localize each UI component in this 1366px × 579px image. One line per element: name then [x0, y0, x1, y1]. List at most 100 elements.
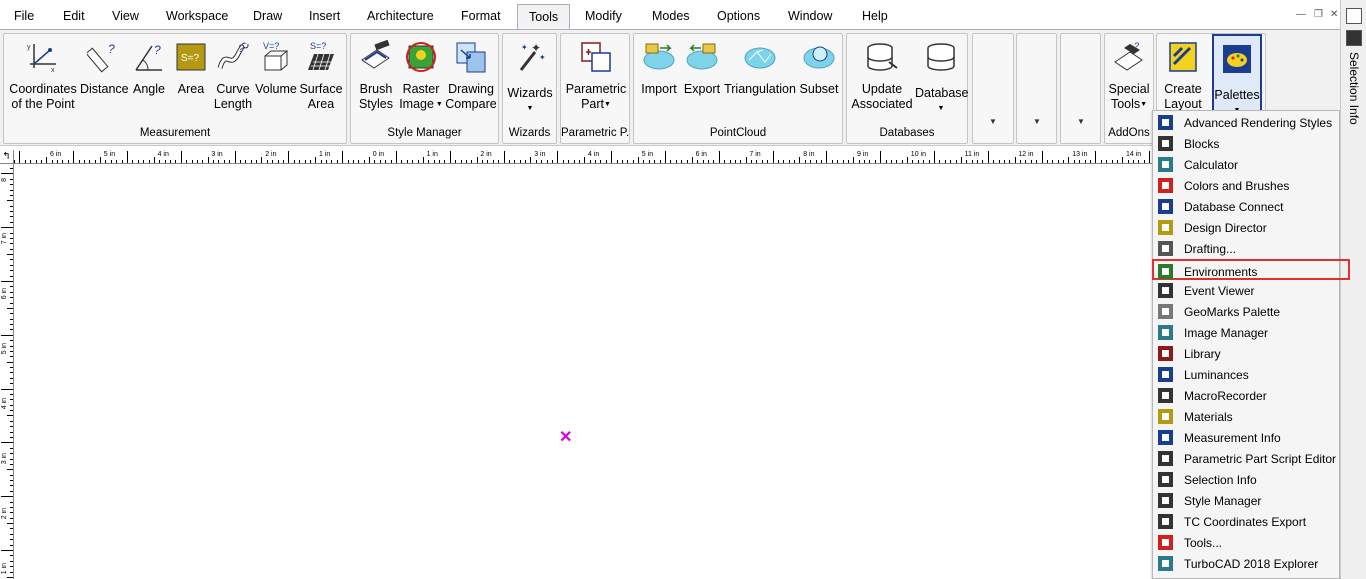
- database-button[interactable]: Database ▼: [915, 34, 969, 126]
- palette-menu-item[interactable]: Event Viewer: [1154, 280, 1350, 301]
- menu-format[interactable]: Format: [461, 9, 501, 23]
- palette-menu-item[interactable]: Tools...: [1154, 532, 1350, 553]
- ruler-tick: [10, 221, 13, 223]
- special-tools-button[interactable]: ? Special Tools▼: [1106, 34, 1152, 126]
- palettes-button[interactable]: Palettes▼: [1212, 34, 1262, 114]
- parametric-part-button[interactable]: Parametric Part▼: [563, 34, 629, 126]
- raster-image-button[interactable]: Raster Image ▼: [399, 34, 443, 126]
- wizards-button[interactable]: ✦ ✦ ✦ Wizards ▼: [505, 34, 555, 126]
- ruler-tick: [191, 160, 193, 163]
- menu-edit[interactable]: Edit: [63, 9, 85, 23]
- vertical-ruler[interactable]: 8 7 in 6 in 5 in 4 in 3 in 2 in 1 in: [0, 164, 14, 579]
- import-label: Import: [641, 82, 677, 96]
- palette-menu-item[interactable]: Blocks: [1154, 133, 1350, 154]
- ruler-tick: [1025, 160, 1027, 163]
- palette-menu-item-label: MacroRecorder: [1184, 389, 1267, 403]
- ruler-tick: [1020, 160, 1022, 163]
- palette-menu-item[interactable]: Database Connect: [1154, 196, 1350, 217]
- drawing-compare-button[interactable]: Drawing Compare: [445, 34, 497, 126]
- ruler-tick: [352, 160, 354, 163]
- angle-button[interactable]: ? Angle: [128, 34, 170, 126]
- minimize-icon[interactable]: —: [1296, 9, 1306, 20]
- drawing-canvas[interactable]: ✕: [15, 165, 1152, 579]
- volume-button[interactable]: V=? Volume: [254, 34, 298, 126]
- group-2-caret-icon[interactable]: ▼: [1033, 117, 1041, 126]
- palette-menu-item[interactable]: GeoMarks Palette: [1154, 301, 1350, 322]
- palette-menu-item[interactable]: Luminances: [1154, 364, 1350, 385]
- palette-menu-item[interactable]: Colors and Brushes: [1154, 175, 1350, 196]
- menu-architecture[interactable]: Architecture: [367, 9, 434, 23]
- ruler-tick: [777, 160, 779, 163]
- pointcloud-export-button[interactable]: Export: [682, 34, 722, 126]
- menu-insert[interactable]: Insert: [309, 9, 340, 23]
- menu-bar: File Edit View Workspace Draw Insert Arc…: [0, 0, 1366, 30]
- palette-menu-item[interactable]: Materials: [1154, 406, 1350, 427]
- ruler-tick: [977, 160, 979, 163]
- coordinates-of-point-button[interactable]: y x Coordinates of the Point: [6, 34, 80, 126]
- surface-area-button[interactable]: S=? Surface Area: [298, 34, 344, 126]
- palette-menu-item[interactable]: Measurement Info: [1154, 427, 1350, 448]
- close-icon[interactable]: ✕: [1330, 9, 1338, 20]
- turbocad-window: File Edit View Workspace Draw Insert Arc…: [0, 0, 1366, 579]
- menu-file[interactable]: File: [14, 9, 34, 23]
- panel-pin-icon[interactable]: [1346, 8, 1362, 24]
- ruler-label: 2 in: [480, 151, 492, 158]
- ruler-tick: [379, 160, 381, 163]
- ruler-tick: [10, 324, 13, 326]
- ruler-tick: [10, 533, 13, 535]
- palette-menu-item[interactable]: Environments: [1152, 259, 1350, 280]
- palette-menu-item[interactable]: Style Manager: [1154, 490, 1350, 511]
- palette-menu-item[interactable]: Design Director: [1154, 217, 1350, 238]
- palette-menu-item[interactable]: Parametric Part Script Editor: [1154, 448, 1350, 469]
- menu-modify[interactable]: Modify: [585, 9, 622, 23]
- ruler-tick: [933, 151, 935, 163]
- ruler-tick: [928, 160, 930, 163]
- menu-help[interactable]: Help: [862, 9, 888, 23]
- menu-workspace[interactable]: Workspace: [166, 9, 228, 23]
- coordinates-label-2: of the Point: [11, 97, 75, 111]
- palette-menu-item[interactable]: Selection Info: [1154, 469, 1350, 490]
- area-button[interactable]: S=? Area: [170, 34, 212, 126]
- subset-button[interactable]: Subset: [798, 34, 840, 126]
- palette-menu-item[interactable]: TurboCAD 2018 Explorer: [1154, 553, 1350, 574]
- palette-menu-item[interactable]: Calculator: [1154, 154, 1350, 175]
- palette-menu-item[interactable]: TC Coordinates Export: [1154, 511, 1350, 532]
- ruler-label: 7 in: [749, 151, 761, 158]
- pointcloud-import-button[interactable]: Import: [636, 34, 682, 126]
- curve-length-button[interactable]: ? Curve Length: [212, 34, 254, 126]
- group-wizards: ✦ ✦ ✦ Wizards ▼ Wizards: [502, 33, 557, 144]
- triangulation-button[interactable]: Triangulation: [722, 34, 798, 126]
- menu-window[interactable]: Window: [788, 9, 832, 23]
- palette-menu-item[interactable]: Drafting...: [1154, 238, 1350, 259]
- ruler-corner-icon[interactable]: ↰: [0, 150, 14, 164]
- menu-options[interactable]: Options: [717, 9, 760, 23]
- ruler-tick: [960, 157, 962, 163]
- update-associated-button[interactable]: Update Associated: [849, 34, 915, 126]
- ruler-tick: [10, 232, 13, 234]
- palette-menu-item[interactable]: MacroRecorder: [1154, 385, 1350, 406]
- distance-button[interactable]: ? Distance: [80, 34, 129, 126]
- brush-label-2: Styles: [358, 97, 394, 111]
- ruler-tick: [444, 160, 446, 163]
- volume-label: Volume: [255, 82, 297, 96]
- brush-styles-button[interactable]: Brush Styles: [353, 34, 399, 126]
- group-1-caret-icon[interactable]: ▼: [989, 117, 997, 126]
- restore-icon[interactable]: ❐: [1314, 9, 1323, 20]
- menu-modes[interactable]: Modes: [652, 9, 690, 23]
- horizontal-ruler[interactable]: 6 in 5 in 4 in 3 in 2 in 1 in 0 in 1 in 2 in 3 in…: [0, 150, 1152, 164]
- ruler-label: 5 in: [103, 151, 116, 158]
- menu-view[interactable]: View: [112, 9, 139, 23]
- ruler-tick: [756, 160, 758, 163]
- ruler-tick: [621, 160, 623, 163]
- palette-menu-item[interactable]: Advanced Rendering Styles: [1154, 112, 1350, 133]
- palette-menu-item[interactable]: Image Manager: [1154, 322, 1350, 343]
- ruler-tick: [552, 160, 553, 163]
- selection-cursor-icon[interactable]: [1346, 30, 1362, 46]
- group-3-caret-icon[interactable]: ▼: [1077, 117, 1085, 126]
- palette-menu-item-label: Library: [1184, 347, 1221, 361]
- palette-menu-item[interactable]: Library: [1154, 343, 1350, 364]
- volume-icon-text: V=?: [263, 41, 279, 51]
- ruler-tick: [10, 313, 13, 315]
- menu-draw[interactable]: Draw: [253, 9, 282, 23]
- menu-tools[interactable]: Tools: [517, 4, 571, 30]
